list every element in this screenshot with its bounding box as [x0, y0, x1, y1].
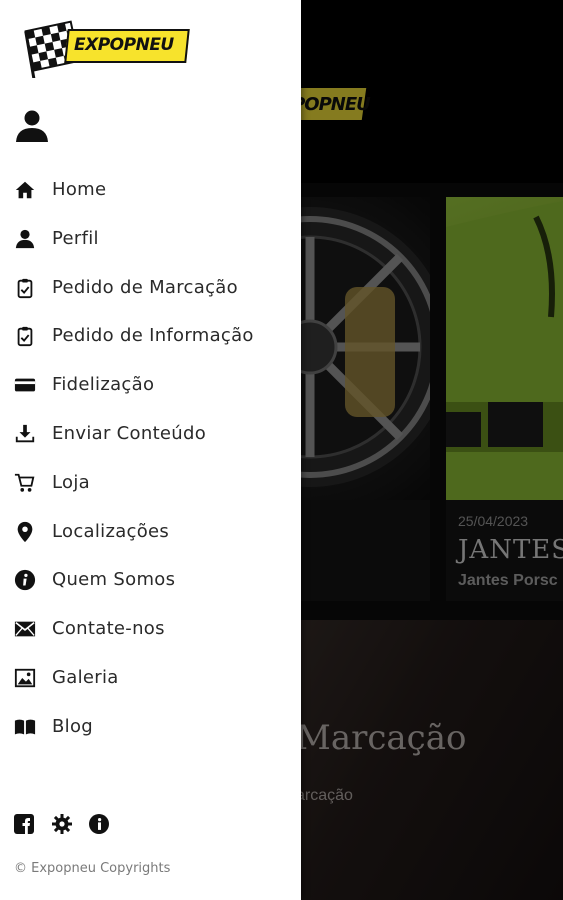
settings-icon[interactable] — [52, 814, 72, 834]
info-icon[interactable] — [89, 814, 109, 834]
menu-label: Quem Somos — [52, 569, 176, 591]
credit-card-icon — [14, 378, 36, 392]
menu-label: Home — [52, 179, 107, 200]
menu-item-loja[interactable]: Loja — [0, 459, 301, 508]
home-icon — [15, 181, 35, 199]
menu-item-home[interactable]: Home — [0, 166, 301, 215]
menu-item-galeria[interactable]: Galeria — [0, 654, 301, 703]
menu-item-contate-nos[interactable]: Contate-nos — [0, 605, 301, 654]
person-icon — [15, 229, 35, 248]
facebook-icon[interactable] — [14, 814, 34, 834]
navigation-drawer: EXPOPNEU Home Perfil Pedido de Marcação … — [0, 0, 301, 900]
menu-label: Perfil — [52, 227, 99, 249]
menu-label: Galeria — [52, 666, 119, 688]
menu-label: Fidelização — [52, 374, 155, 396]
person-icon[interactable] — [14, 108, 50, 144]
download-icon — [15, 424, 35, 443]
cart-icon — [14, 473, 35, 492]
menu-label: Enviar Conteúdo — [52, 422, 207, 444]
clipboard-icon — [17, 278, 33, 298]
image-icon — [14, 668, 36, 688]
info-icon — [14, 570, 36, 591]
book-icon — [14, 719, 36, 735]
brand-name: EXPOPNEU — [74, 35, 174, 55]
mail-icon — [14, 621, 36, 637]
menu-item-perfil[interactable]: Perfil — [0, 215, 301, 264]
menu-item-localizacoes[interactable]: Localizações — [0, 508, 301, 557]
menu-item-blog[interactable]: Blog — [0, 703, 301, 752]
menu-item-pedido-marcacao[interactable]: Pedido de Marcação — [0, 264, 301, 313]
menu-label: Loja — [52, 471, 90, 493]
copyright-text: © Expopneu Copyrights — [14, 861, 171, 876]
menu-label: Localizações — [52, 520, 170, 542]
menu-item-enviar-conteudo[interactable]: Enviar Conteúdo — [0, 410, 301, 459]
drawer-menu: Home Perfil Pedido de Marcação Pedido de… — [0, 166, 301, 752]
menu-label: Pedido de Marcação — [52, 276, 238, 298]
menu-item-quem-somos[interactable]: Quem Somos — [0, 556, 301, 605]
menu-label: Pedido de Informação — [52, 325, 254, 347]
menu-label: Blog — [52, 715, 93, 737]
menu-item-fidelizacao[interactable]: Fidelização — [0, 361, 301, 410]
location-pin-icon — [17, 521, 33, 542]
menu-item-pedido-informacao[interactable]: Pedido de Informação — [0, 312, 301, 361]
menu-label: Contate-nos — [52, 618, 165, 640]
brand-logo: EXPOPNEU — [24, 20, 190, 80]
clipboard-icon — [17, 327, 33, 347]
